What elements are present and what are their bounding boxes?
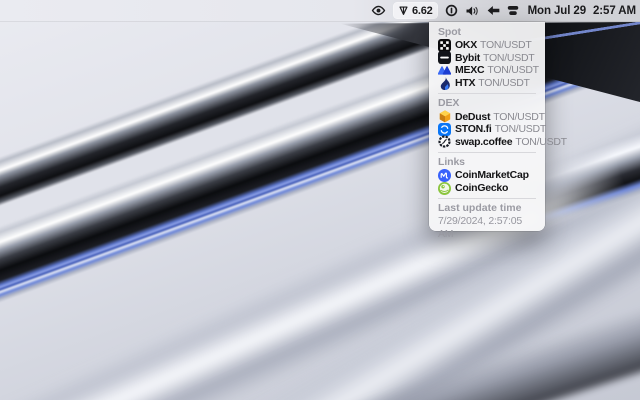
exchange-row-bybit[interactable]: Bybit TON/USDT [429, 52, 545, 65]
pair-label: TON/USDT [495, 123, 546, 135]
exchange-name: OKX [455, 39, 477, 51]
section-header-dex: DEX [429, 97, 545, 110]
menubar-clock[interactable]: Mon Jul 29 2:57 AM [528, 5, 636, 17]
exchange-name: swap.coffee [455, 136, 512, 148]
desktop: 6.62 Mon Jul 29 2:57 AM Spot OKX TON/USD… [0, 0, 640, 400]
pair-label: TON/USDT [483, 52, 534, 64]
ticker-price: 6.62 [412, 5, 433, 17]
divider [438, 93, 536, 94]
exchange-row-swapcoffee[interactable]: swap.coffee TON/USDT [429, 136, 545, 149]
link-row-coingecko[interactable]: CoinGecko [429, 182, 545, 195]
eye-icon[interactable] [371, 0, 386, 22]
exchange-row-mexc[interactable]: MEXC TON/USDT [429, 64, 545, 77]
link-row-coinmarketcap[interactable]: CoinMarketCap [429, 169, 545, 182]
divider [438, 198, 536, 199]
exchange-row-okx[interactable]: OKX TON/USDT [429, 39, 545, 52]
okx-logo-icon [438, 39, 451, 52]
last-update-timestamp: 7/29/2024, 2:57:05 AM [429, 215, 545, 228]
menu-bar: 6.62 Mon Jul 29 2:57 AM [0, 0, 640, 22]
exchange-name: Bybit [455, 52, 480, 64]
mexc-logo-icon [438, 64, 451, 77]
exchange-name: MEXC [455, 64, 484, 76]
clock-time: 2:57 AM [593, 5, 636, 17]
power-circle-icon[interactable] [445, 0, 458, 22]
stonfi-logo-icon [438, 123, 451, 136]
bybit-logo-icon [438, 51, 451, 64]
arrow-left-icon[interactable] [487, 0, 500, 22]
volume-icon[interactable] [465, 0, 480, 22]
clock-date: Mon Jul 29 [528, 5, 586, 17]
last-update-label: Last update time [429, 202, 545, 215]
section-header-links: Links [429, 156, 545, 169]
menubar-ticker-item[interactable]: 6.62 [393, 2, 438, 19]
exchange-name: HTX [455, 77, 475, 89]
ticker-dropdown-panel: Spot OKX TON/USDT Bybit TON/USDT MEXC TO… [429, 22, 545, 231]
pair-label: TON/USDT [515, 136, 566, 148]
pair-label: TON/USDT [480, 39, 531, 51]
divider [438, 152, 536, 153]
swapcoffee-logo-icon [438, 135, 451, 148]
pair-label: TON/USDT [493, 111, 544, 123]
exchange-name: DeDust [455, 111, 490, 123]
coinmarketcap-logo-icon [438, 169, 451, 182]
htx-logo-icon [438, 77, 451, 90]
exchange-row-stonfi[interactable]: STON.fi TON/USDT [429, 123, 545, 136]
ton-logo-icon [398, 5, 409, 16]
link-name: CoinGecko [455, 182, 508, 194]
stacked-windows-icon[interactable] [507, 0, 519, 22]
pair-label: TON/USDT [487, 64, 538, 76]
exchange-name: STON.fi [455, 123, 492, 135]
section-header-spot: Spot [429, 26, 545, 39]
exchange-row-dedust[interactable]: DeDust TON/USDT [429, 110, 545, 123]
pair-label: TON/USDT [478, 77, 529, 89]
coingecko-logo-icon [438, 182, 451, 195]
exchange-row-htx[interactable]: HTX TON/USDT [429, 77, 545, 90]
dedust-logo-icon [438, 110, 451, 123]
link-name: CoinMarketCap [455, 169, 529, 181]
